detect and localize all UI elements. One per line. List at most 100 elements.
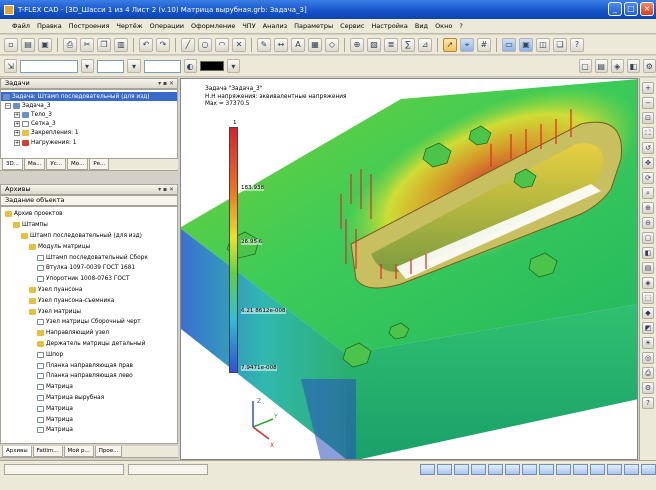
- zoom-all-icon[interactable]: ⛶: [642, 127, 654, 139]
- symbol-tool-icon[interactable]: ◇: [325, 37, 339, 52]
- section-icon[interactable]: ◩: [642, 322, 654, 334]
- redo-icon[interactable]: ↷: [156, 37, 170, 52]
- archive-tree-item[interactable]: Штамп последовательный (для изд): [1, 231, 177, 242]
- model-tree-root[interactable]: Задача: Штамп последовательный (для изд): [1, 92, 177, 102]
- operation-tool-icon[interactable]: ⊕: [350, 37, 364, 52]
- expand-toggle-icon[interactable]: +: [14, 121, 20, 128]
- level-combo[interactable]: [96, 59, 125, 73]
- undo-icon[interactable]: ↶: [139, 37, 153, 52]
- expand-toggle-icon[interactable]: +: [14, 111, 20, 118]
- status-toolbar-button[interactable]: [641, 464, 656, 475]
- expand-toggle-icon[interactable]: −: [5, 102, 11, 109]
- cut-icon[interactable]: ✂: [80, 37, 94, 52]
- window-2d-icon[interactable]: ▭: [502, 37, 516, 52]
- save-icon[interactable]: ▣: [38, 37, 52, 52]
- level-dropdown-icon[interactable]: ▾: [127, 59, 141, 73]
- magnifier-minus-icon[interactable]: ⊖: [642, 217, 654, 229]
- model-tree-item[interactable]: + Сетка_3: [1, 120, 177, 129]
- help-icon[interactable]: ?: [570, 37, 584, 52]
- archive-tree-item[interactable]: Узел матрицы Сборочный черт: [1, 317, 177, 328]
- menu-item[interactable]: Оформление: [191, 22, 235, 30]
- print-view-icon[interactable]: ⎙: [642, 367, 654, 379]
- menu-item[interactable]: Анализ: [263, 22, 288, 30]
- status-toolbar-button[interactable]: [454, 464, 469, 475]
- model-panel-tab[interactable]: 3D...: [2, 159, 23, 170]
- rotate-icon[interactable]: ⟳: [642, 172, 654, 184]
- archive-tree-item[interactable]: Планка направляющая лево: [1, 371, 177, 382]
- view-right-icon[interactable]: ◧: [642, 247, 654, 259]
- archive-tree-item[interactable]: Архив проектов: [1, 209, 177, 220]
- open-file-icon[interactable]: ▤: [21, 37, 35, 52]
- layer-dropdown-icon[interactable]: ▾: [80, 59, 94, 73]
- 3d-viewport[interactable]: Z Y X Задача "Задача_3" Н.Н напряжения: …: [180, 78, 638, 460]
- model-panel-tab[interactable]: Ус...: [46, 159, 66, 170]
- zoom-previous-icon[interactable]: ↺: [642, 142, 654, 154]
- archive-tree-item[interactable]: Втулка 1097-0039 ГОСТ 1681: [1, 263, 177, 274]
- magnifier-icon[interactable]: ⌕: [642, 187, 654, 199]
- status-toolbar-button[interactable]: [607, 464, 622, 475]
- view-iso-icon[interactable]: ◈: [610, 59, 624, 73]
- color-dropdown-icon[interactable]: ▾: [226, 59, 240, 73]
- archive-tree-item[interactable]: Матрица вырубная: [1, 393, 177, 404]
- status-toolbar-button[interactable]: [471, 464, 486, 475]
- status-toolbar-button[interactable]: [590, 464, 605, 475]
- sketch-tool-icon[interactable]: ✎: [257, 37, 271, 52]
- archive-tree-item[interactable]: Держатель матрицы детальный: [1, 339, 177, 350]
- variables-tool-icon[interactable]: ∑: [401, 37, 415, 52]
- shaded-icon[interactable]: ◆: [642, 307, 654, 319]
- layer-tool-icon[interactable]: ≣: [384, 37, 398, 52]
- fragment-tool-icon[interactable]: ▧: [367, 37, 381, 52]
- archive-tree-item[interactable]: Шпор: [1, 349, 177, 360]
- print-icon[interactable]: ⎙: [63, 37, 77, 52]
- archive-tree-item[interactable]: Матрица: [1, 414, 177, 425]
- menu-item[interactable]: Настройка: [371, 22, 407, 30]
- menu-item[interactable]: Операции: [150, 22, 184, 30]
- paste-icon[interactable]: ▥: [114, 37, 128, 52]
- minimize-button[interactable]: _: [608, 2, 622, 16]
- archive-panel-tab[interactable]: Прое...: [94, 446, 123, 457]
- menu-item[interactable]: Вид: [415, 22, 428, 30]
- menu-item[interactable]: ?: [459, 22, 462, 30]
- model-panel-tab[interactable]: Мо...: [66, 159, 89, 170]
- archive-tree-item[interactable]: Узел пуансона: [1, 285, 177, 296]
- model-tree-item[interactable]: − Задача_3: [1, 101, 177, 110]
- archive-tree-item[interactable]: Направляющий узел: [1, 328, 177, 339]
- zoom-out-icon[interactable]: −: [642, 97, 654, 109]
- priority-combo[interactable]: [143, 59, 181, 73]
- view-front-icon[interactable]: ▢: [642, 232, 654, 244]
- panel-controls[interactable]: ▾ ▪ ✕: [158, 185, 174, 194]
- archive-tree-item[interactable]: Узел пуансона-съемника: [1, 295, 177, 306]
- model-tree-item[interactable]: + Нагружения: 1: [1, 138, 177, 147]
- menu-item[interactable]: ЧПУ: [242, 22, 255, 30]
- menu-item[interactable]: Файл: [12, 22, 30, 30]
- view-iso-icon[interactable]: ◈: [642, 277, 654, 289]
- view-front-icon[interactable]: ▢: [578, 59, 592, 73]
- model-tree-item[interactable]: + Тело_3: [1, 110, 177, 119]
- measure-tool-icon[interactable]: ⊿: [418, 37, 432, 52]
- wireframe-icon[interactable]: ⬚: [642, 292, 654, 304]
- snap-mode-icon[interactable]: ⌖: [460, 37, 474, 52]
- menu-item[interactable]: Правка: [37, 22, 62, 30]
- model-tree-item[interactable]: + Закрепления: 1: [1, 129, 177, 138]
- zoom-in-icon[interactable]: +: [642, 82, 654, 94]
- window-3d-icon[interactable]: ▣: [519, 37, 533, 52]
- menu-item[interactable]: Параметры: [294, 22, 333, 30]
- status-toolbar-button[interactable]: [420, 464, 435, 475]
- menu-item[interactable]: Сервис: [340, 22, 364, 30]
- status-toolbar-button[interactable]: [556, 464, 571, 475]
- hatch-tool-icon[interactable]: ▦: [308, 37, 322, 52]
- view-top-icon[interactable]: ▤: [594, 59, 608, 73]
- pan-icon[interactable]: ✥: [642, 157, 654, 169]
- maximize-button[interactable]: □: [624, 2, 638, 16]
- archive-tree-item[interactable]: Планка направляющая прав: [1, 360, 177, 371]
- help-icon[interactable]: ?: [642, 397, 654, 409]
- dimension-tool-icon[interactable]: ↔: [274, 37, 288, 52]
- status-toolbar-button[interactable]: [437, 464, 452, 475]
- archive-tree-item[interactable]: Узел матрицы: [1, 306, 177, 317]
- magnifier-plus-icon[interactable]: ⊕: [642, 202, 654, 214]
- close-button[interactable]: ×: [640, 2, 654, 16]
- arc-tool-icon[interactable]: ◠: [215, 37, 229, 52]
- archive-panel-tab[interactable]: Fatlim...: [32, 446, 63, 457]
- select-mode-icon[interactable]: ➚: [443, 37, 457, 52]
- archive-tree-item[interactable]: Штампы: [1, 220, 177, 231]
